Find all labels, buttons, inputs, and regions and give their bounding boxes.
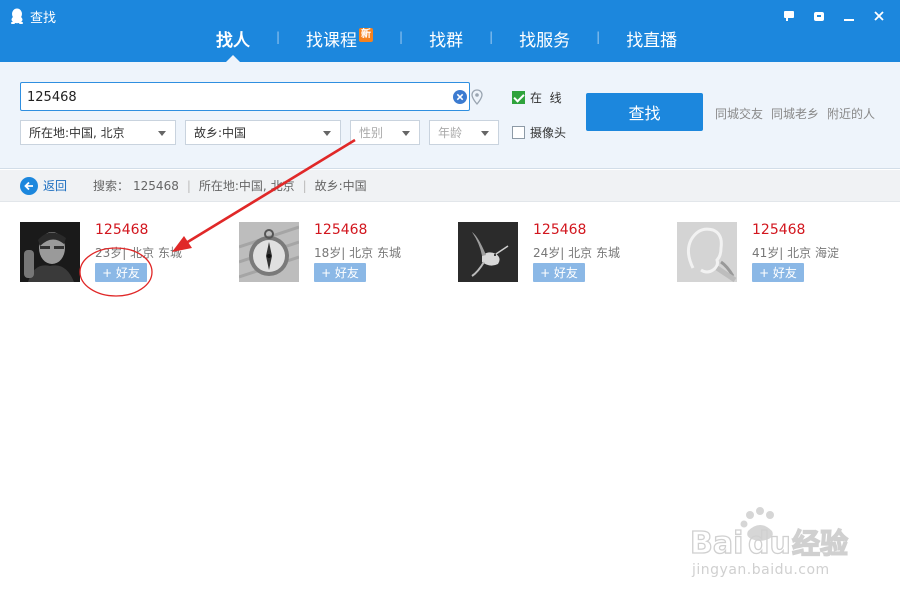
result-info: 24岁| 北京 东城 bbox=[533, 246, 620, 260]
flag-icon[interactable] bbox=[774, 6, 804, 26]
tab-bar: 找人 | 找课程新 | 找群 | 找服务 | 找直播 bbox=[190, 22, 677, 62]
search-input[interactable] bbox=[27, 87, 447, 107]
watermark: Bai du 经验 jingyan.baidu.com bbox=[688, 505, 858, 585]
compass-photo bbox=[239, 222, 299, 282]
gender-select-value: 性别 bbox=[359, 126, 384, 140]
add-friend-button[interactable]: + 好友 bbox=[752, 263, 804, 282]
avatar[interactable] bbox=[458, 222, 518, 282]
add-friend-button[interactable]: + 好友 bbox=[314, 263, 366, 282]
quick-links: 同城交友 同城老乡 附近的人 bbox=[715, 105, 875, 122]
search-summary: 搜索： 125468 | 所在地:中国, 北京 | 故乡:中国 bbox=[93, 177, 367, 194]
checkbox-unchecked-icon bbox=[512, 126, 525, 139]
tab-find-group[interactable]: 找群 bbox=[429, 22, 463, 62]
tab-divider: | bbox=[489, 30, 494, 44]
result-name[interactable]: 125468 bbox=[95, 222, 148, 238]
crumb-divider: | bbox=[302, 178, 307, 193]
tab-find-people[interactable]: 找人 bbox=[216, 22, 250, 62]
avatar[interactable] bbox=[20, 222, 80, 282]
find-button[interactable]: 查找 bbox=[586, 93, 703, 131]
tab-label: 找课程 bbox=[306, 31, 358, 51]
result-name[interactable]: 125468 bbox=[314, 222, 367, 238]
tab-label: 找直播 bbox=[626, 31, 678, 51]
quick-link-nearby[interactable]: 附近的人 bbox=[827, 105, 875, 122]
result-card: 125468 41岁| 北京 海淀 + 好友 bbox=[677, 222, 887, 292]
baidu-jingyan-logo: Bai du 经验 bbox=[689, 507, 849, 562]
tab-divider: | bbox=[596, 30, 601, 44]
svg-text:Bai: Bai bbox=[690, 526, 743, 561]
checkbox-checked-icon bbox=[512, 91, 525, 104]
search-summary-location: 所在地:中国, 北京 bbox=[198, 179, 295, 193]
window-title-area: 查找 bbox=[10, 6, 56, 26]
quick-link-same-city[interactable]: 同城交友 bbox=[715, 105, 763, 122]
skin-icon[interactable] bbox=[804, 6, 834, 26]
result-card: 125468 18岁| 北京 东城 + 好友 bbox=[239, 222, 449, 292]
head-sketch-photo bbox=[677, 222, 737, 282]
location-pin-icon[interactable] bbox=[471, 89, 483, 105]
tab-find-live[interactable]: 找直播 bbox=[626, 22, 677, 62]
search-summary-hometown: 故乡:中国 bbox=[314, 179, 367, 193]
tab-label: 找人 bbox=[216, 31, 250, 51]
result-info: 23岁| 北京 东城 bbox=[95, 246, 182, 260]
portrait-photo bbox=[20, 222, 80, 282]
minimize-icon[interactable] bbox=[834, 6, 864, 26]
breadcrumb: 返回 搜索： 125468 | 所在地:中国, 北京 | 故乡:中国 bbox=[0, 170, 900, 202]
new-badge: 新 bbox=[359, 28, 374, 42]
add-friend-button[interactable]: + 好友 bbox=[95, 263, 147, 282]
online-checkbox[interactable]: 在 线 bbox=[512, 89, 562, 106]
search-summary-keyword: 125468 bbox=[133, 178, 179, 193]
avatar[interactable] bbox=[239, 222, 299, 282]
tab-label: 找群 bbox=[429, 31, 464, 51]
hometown-select-value: 故乡:中国 bbox=[194, 126, 247, 140]
result-name[interactable]: 125468 bbox=[752, 222, 805, 238]
hummingbird-photo bbox=[458, 222, 518, 282]
gender-select[interactable]: 性别 bbox=[350, 120, 420, 145]
online-label: 在 线 bbox=[530, 91, 562, 105]
chevron-down-icon bbox=[481, 131, 489, 136]
back-button[interactable]: 返回 bbox=[20, 176, 68, 195]
chevron-down-icon bbox=[402, 131, 410, 136]
quick-link-hometown[interactable]: 同城老乡 bbox=[771, 105, 819, 122]
window-controls bbox=[774, 6, 894, 26]
tab-find-course[interactable]: 找课程新 bbox=[306, 22, 374, 62]
search-panel: 所在地:中国, 北京 故乡:中国 性别 年龄 在 线 摄像头 查找 同城交友 同… bbox=[0, 62, 900, 169]
hometown-select[interactable]: 故乡:中国 bbox=[185, 120, 341, 145]
close-icon[interactable] bbox=[864, 6, 894, 26]
tab-divider: | bbox=[399, 30, 404, 44]
chevron-down-icon bbox=[158, 131, 166, 136]
location-select-value: 所在地:中国, 北京 bbox=[29, 126, 125, 140]
tab-label: 找服务 bbox=[519, 31, 571, 51]
result-card: 125468 23岁| 北京 东城 + 好友 bbox=[20, 222, 230, 292]
search-box bbox=[20, 82, 483, 111]
watermark-url: jingyan.baidu.com bbox=[692, 562, 830, 578]
result-card: 125468 24岁| 北京 东城 + 好友 bbox=[458, 222, 668, 292]
tab-divider: | bbox=[276, 30, 281, 44]
search-summary-label: 搜索： bbox=[93, 179, 130, 193]
title-bar: 查找 找人 | 找课程新 | 找群 | 找服务 | 找直播 bbox=[0, 0, 900, 62]
result-info: 41岁| 北京 海淀 bbox=[752, 246, 839, 260]
svg-text:经验: 经验 bbox=[792, 527, 848, 560]
avatar[interactable] bbox=[677, 222, 737, 282]
window-title: 查找 bbox=[30, 10, 57, 26]
camera-checkbox[interactable]: 摄像头 bbox=[512, 124, 566, 141]
result-name[interactable]: 125468 bbox=[533, 222, 586, 238]
result-info: 18岁| 北京 东城 bbox=[314, 246, 401, 260]
age-select[interactable]: 年龄 bbox=[429, 120, 499, 145]
age-select-value: 年龄 bbox=[438, 126, 463, 140]
crumb-divider: | bbox=[186, 178, 191, 193]
back-label: 返回 bbox=[43, 179, 68, 193]
location-select[interactable]: 所在地:中国, 北京 bbox=[20, 120, 176, 145]
back-arrow-icon bbox=[20, 176, 38, 195]
tab-find-service[interactable]: 找服务 bbox=[519, 22, 570, 62]
clear-icon[interactable] bbox=[453, 90, 467, 104]
add-friend-button[interactable]: + 好友 bbox=[533, 263, 585, 282]
svg-text:du: du bbox=[748, 526, 791, 561]
qq-penguin-icon bbox=[11, 8, 23, 24]
camera-label: 摄像头 bbox=[530, 126, 567, 140]
chevron-down-icon bbox=[323, 131, 331, 136]
